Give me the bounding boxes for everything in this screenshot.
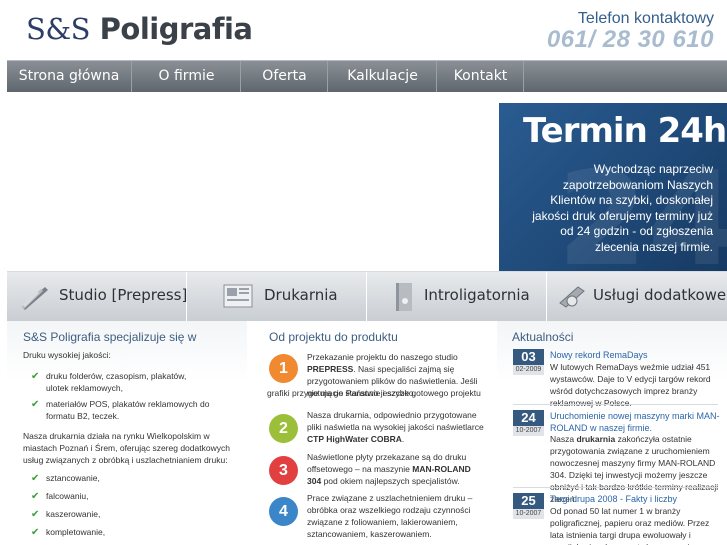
specialization-intro: Druku wysokiej jakości: <box>23 350 111 360</box>
nav-item-calculations[interactable]: Kalkulacje <box>329 61 437 92</box>
news-link[interactable]: Nowy rekord RemaDays <box>550 349 648 361</box>
nav-item-home[interactable]: Strona główna <box>7 61 132 92</box>
news-text: Od ponad 50 lat numer 1 w branży poligra… <box>550 506 710 545</box>
main-nav: Strona główna O firmie Oferta Kalkulacje… <box>7 60 727 92</box>
category-studio[interactable]: Studio [Prepress] <box>7 272 187 322</box>
step-number-badge: 3 <box>269 456 298 485</box>
phone-number: 061/ 28 30 610 <box>546 26 714 53</box>
nav-item-contact[interactable]: Kontakt <box>438 61 524 92</box>
banner-title: Termin 24h <box>523 111 727 151</box>
news-date: 24 10-2007 <box>513 410 544 436</box>
step-text: Naświetlone płyty przekazane są do druku… <box>307 452 471 486</box>
logo[interactable]: S&S Poligrafia <box>26 12 253 46</box>
step-number-badge: 4 <box>269 497 298 526</box>
printed-sheet-icon <box>223 284 253 308</box>
stapler-icon <box>559 286 585 308</box>
news-date: 03 02-2009 <box>513 349 544 375</box>
step-text-continued: grafiki przygotują go starannie i szybko… <box>267 388 416 398</box>
category-label: Studio [Prepress] <box>59 286 188 304</box>
specialization-column: S&S Poligrafia specjalizuje się w Druku … <box>7 321 247 545</box>
check-icon: ✔ <box>31 399 40 410</box>
step-text: Nasza drukarnia, odpowiednio przygotowan… <box>307 410 484 444</box>
category-additional-services[interactable]: Usługi dodatkowe <box>548 272 727 322</box>
step-number-badge: 1 <box>269 354 298 383</box>
check-icon: ✔ <box>31 371 40 382</box>
nav-item-offer[interactable]: Oferta <box>242 61 328 92</box>
logo-prefix: S&S <box>26 12 91 46</box>
category-bar: Studio [Prepress] Drukarnia Introligator… <box>7 271 727 322</box>
news-link[interactable]: Uruchomienie nowej maszyny marki MAN-ROL… <box>550 410 720 434</box>
divider <box>513 487 718 488</box>
news-text: W lutowych RemaDays weźmie udział 451 wy… <box>550 362 711 408</box>
news-title: Aktualności <box>512 330 574 344</box>
banner-text: Wychodząc naprzeciw zapotrzebowaniom Nas… <box>532 162 713 254</box>
specialization-title: S&S Poligrafia specjalizuje się w <box>23 330 197 344</box>
step-text: Prace związane z uszlachetnieniem druku … <box>307 493 473 539</box>
color-swatch-icon <box>22 287 48 310</box>
news-date: 25 10-2007 <box>513 493 544 519</box>
step-number-badge: 2 <box>269 414 298 443</box>
promo-banner[interactable]: 24 Termin 24h Wychodząc naprzeciw zapotr… <box>499 103 727 271</box>
logo-name: Poligrafia <box>99 12 253 46</box>
check-icon: ✔ <box>31 491 40 502</box>
category-label: Introligatornia <box>424 286 530 304</box>
process-column: Od projektu do produktu 1 Przekazanie pr… <box>253 321 496 545</box>
check-icon: ✔ <box>31 527 40 538</box>
nav-item-about[interactable]: O firmie <box>133 61 241 92</box>
category-bindery[interactable]: Introligatornia <box>368 272 547 322</box>
category-label: Drukarnia <box>264 286 338 304</box>
binder-icon <box>396 283 412 311</box>
news-link[interactable]: Targi drupa 2008 - Fakty i liczby <box>550 493 677 505</box>
news-column: Aktualności 03 02-2009 Nowy rekord RemaD… <box>497 321 727 545</box>
header: S&S Poligrafia Telefon kontaktowy 061/ 2… <box>0 0 727 60</box>
check-icon: ✔ <box>31 509 40 520</box>
process-title: Od projektu do produktu <box>269 330 398 344</box>
divider <box>513 404 718 405</box>
category-label: Usługi dodatkowe <box>593 286 727 304</box>
check-icon: ✔ <box>31 473 40 484</box>
category-printing[interactable]: Drukarnia <box>188 272 367 322</box>
specialization-paragraph: Nasza drukarnia działa na rynku Wielkopo… <box>23 431 230 465</box>
